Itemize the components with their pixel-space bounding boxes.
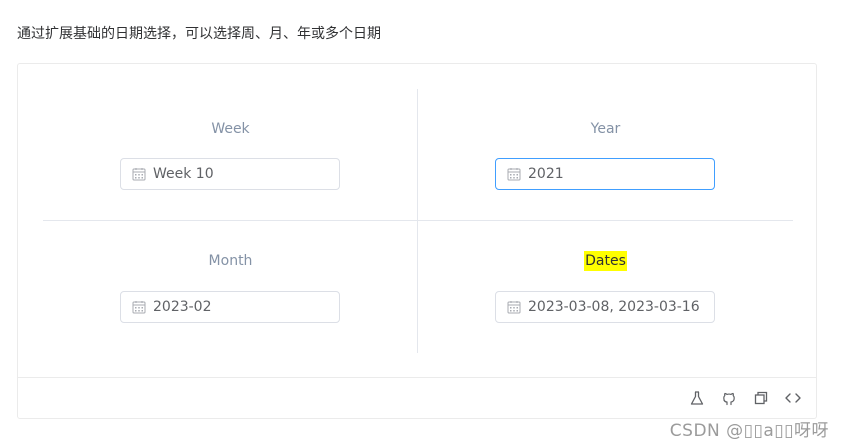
watermark: CSDN @▯▯a▯▯呀呀 [669, 421, 829, 441]
year-picker[interactable]: 2021 [495, 158, 715, 190]
calendar-icon [132, 300, 146, 314]
github-icon[interactable] [721, 390, 737, 406]
year-label: Year [590, 121, 621, 137]
demo-toolbar [18, 377, 816, 418]
year-block: Year [418, 118, 793, 139]
calendar-icon [132, 167, 146, 181]
demo-body: Week Week 10 Year 2021 Month 2023-02 Dat… [18, 64, 816, 377]
month-block: Month [43, 250, 418, 271]
demo-block: Week Week 10 Year 2021 Month 2023-02 Dat… [17, 63, 817, 419]
week-label: Week [211, 121, 250, 137]
calendar-icon [507, 300, 521, 314]
dates-block: Dates [418, 250, 793, 271]
flask-icon[interactable] [689, 390, 705, 406]
week-picker[interactable]: Week 10 [120, 158, 340, 190]
year-picker-value: 2021 [528, 166, 564, 182]
calendar-icon [507, 167, 521, 181]
dates-label: Dates [584, 251, 627, 271]
month-label: Month [208, 253, 253, 269]
copy-icon[interactable] [753, 390, 769, 406]
horizontal-divider [43, 220, 793, 221]
week-picker-value: Week 10 [153, 166, 214, 182]
week-block: Week [43, 118, 418, 139]
dates-picker-value: 2023-03-08, 2023-03-16 [528, 299, 700, 315]
code-icon[interactable] [785, 390, 801, 406]
month-picker-value: 2023-02 [153, 299, 212, 315]
dates-picker[interactable]: 2023-03-08, 2023-03-16 [495, 291, 715, 323]
demo-description: 通过扩展基础的日期选择，可以选择周、月、年或多个日期 [17, 26, 381, 42]
month-picker[interactable]: 2023-02 [120, 291, 340, 323]
